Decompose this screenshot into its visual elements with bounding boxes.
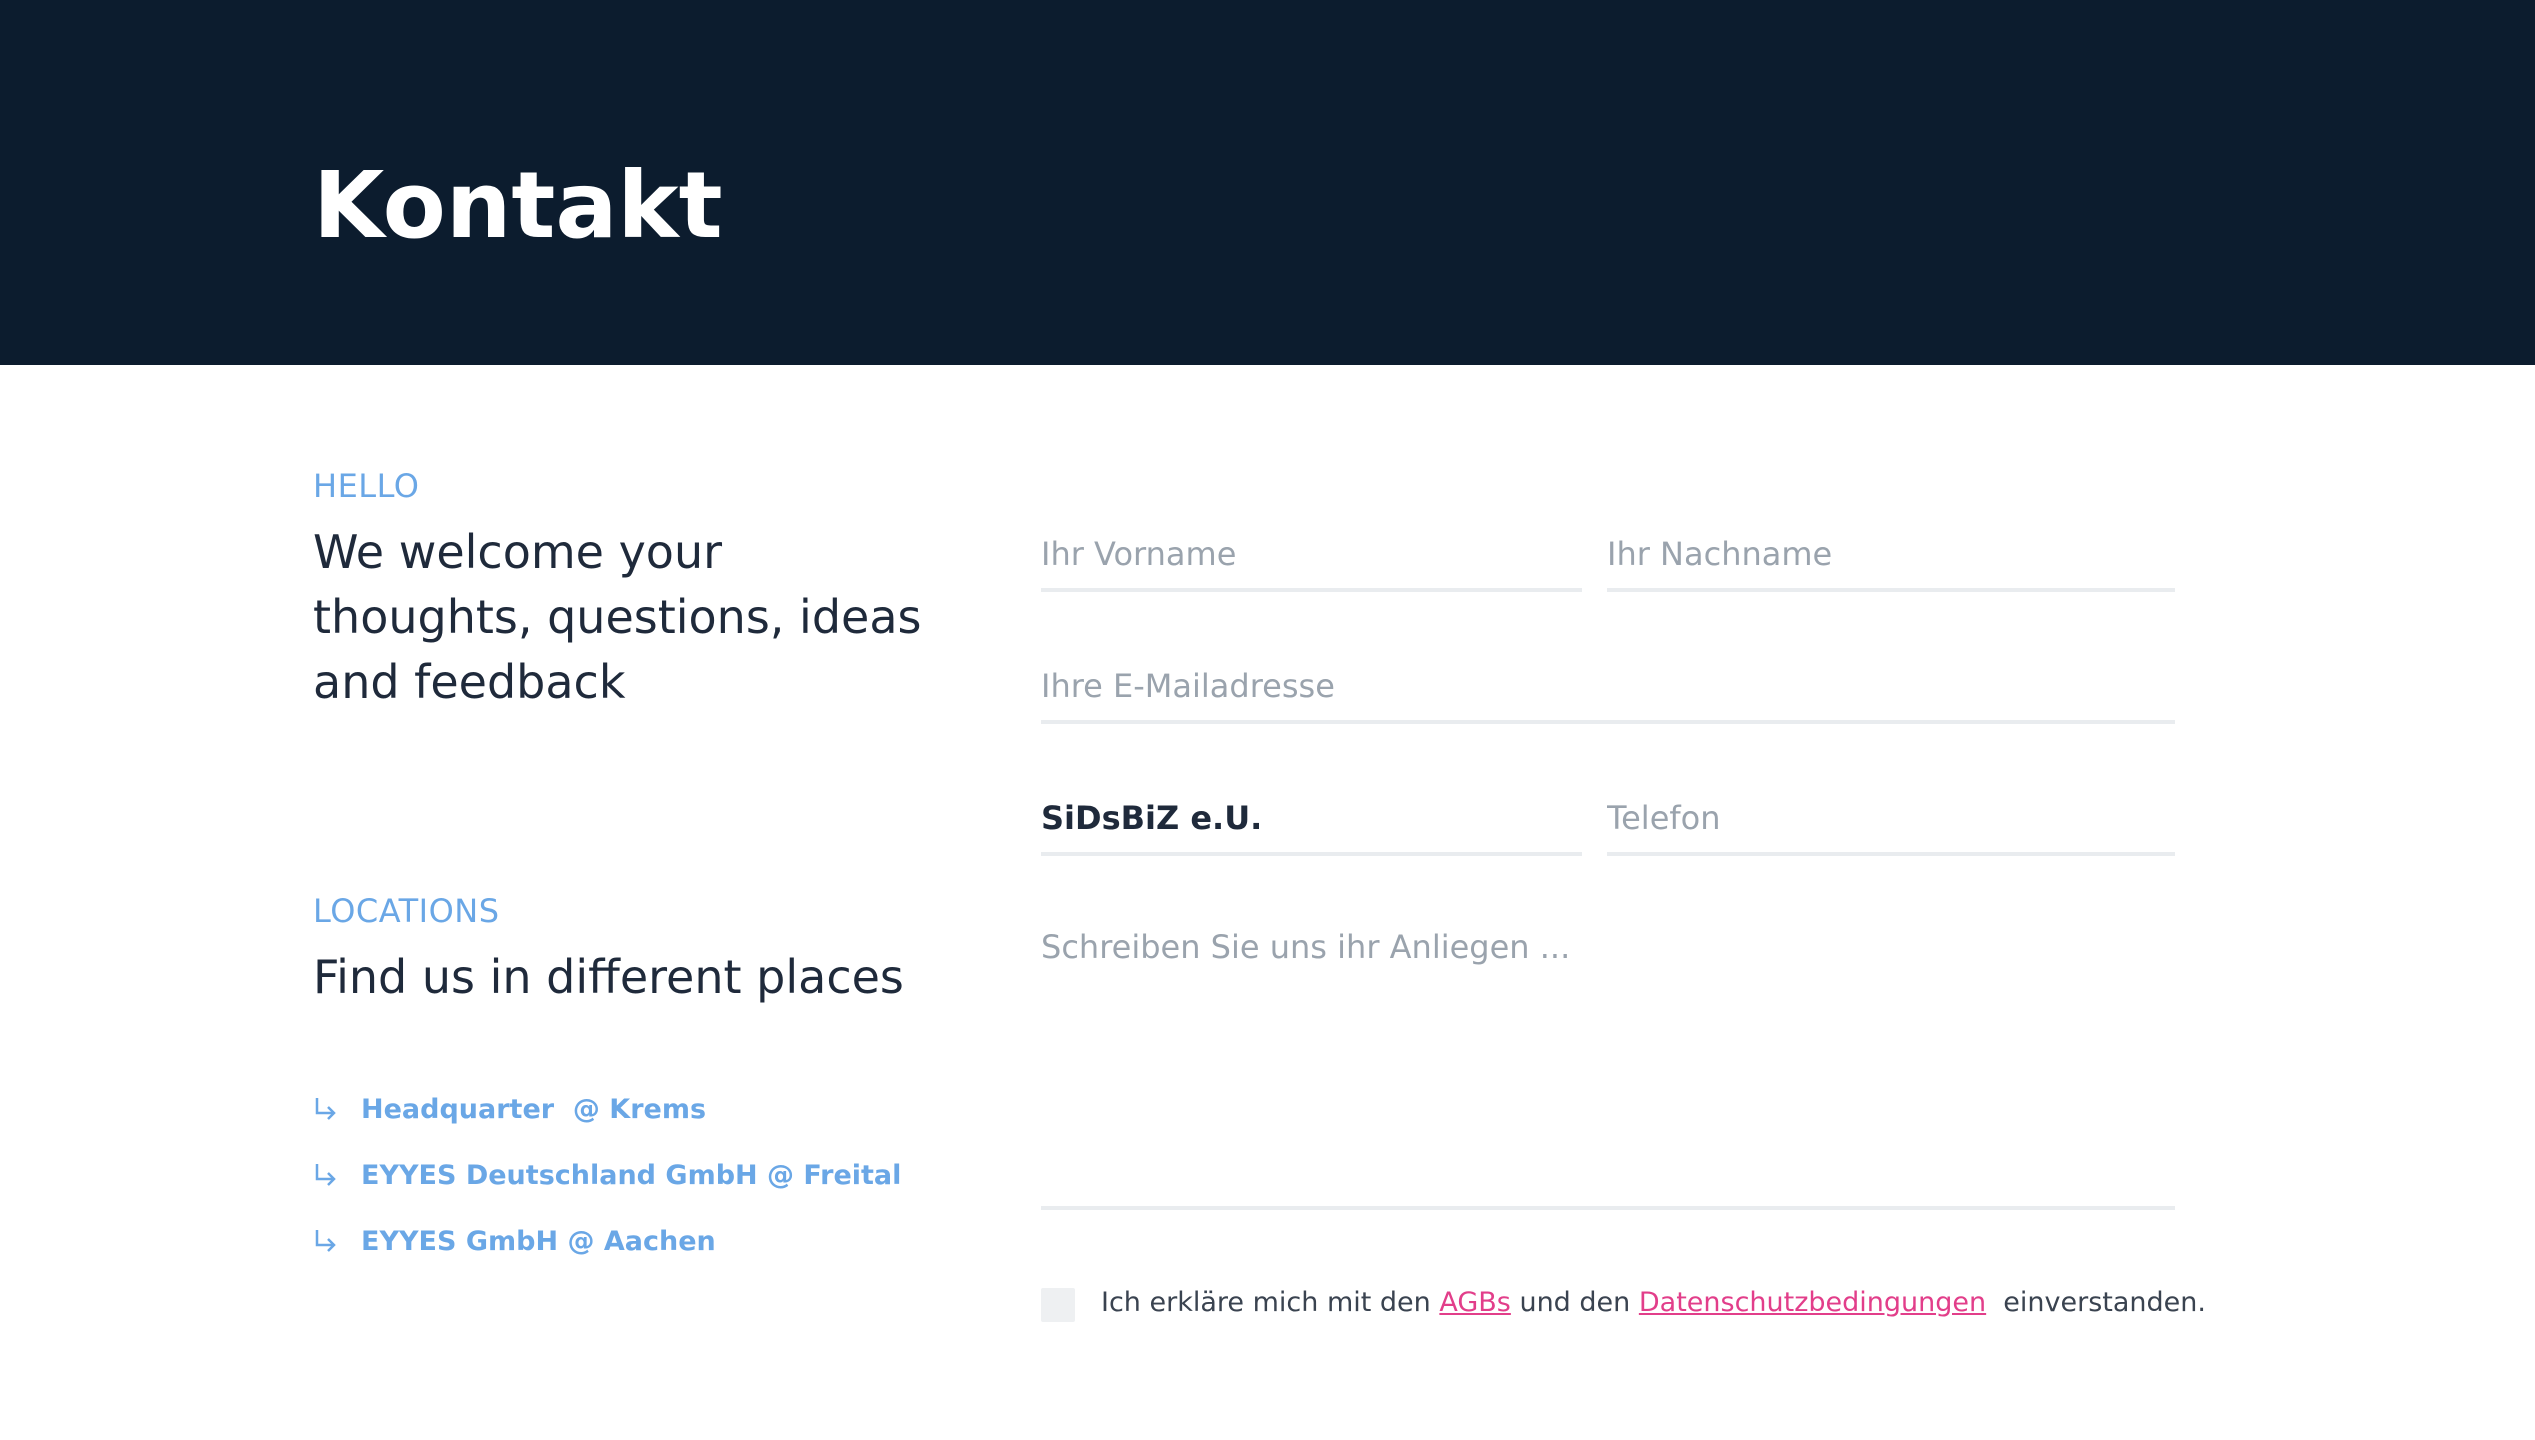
return-arrow-icon [315,1098,336,1120]
phone-field-wrap [1607,784,2175,856]
locations-section: LOCATIONS Find us in different places He… [313,895,1013,1274]
return-arrow-icon [315,1164,336,1186]
company-input[interactable] [1041,784,1582,852]
consent-text-middle: und den [1510,1286,1639,1318]
consent-text-prefix: Ich erkläre mich mit den [1101,1286,1440,1318]
page-hero: Kontakt [0,0,2535,365]
intro-section: HELLO We welcome your thoughts, question… [313,470,933,715]
return-arrow-icon [315,1230,336,1252]
last-name-field-wrap [1607,520,2175,592]
locations-list: Headquarter @ Krems EYYES Deutschland Gm… [313,1076,1013,1274]
email-field-wrap [1041,652,2175,724]
intro-heading-line: thoughts, questions, ideas [313,590,922,644]
consent-row: Ich erkläre mich mit den AGBs und den Da… [1041,1282,2206,1322]
agb-link[interactable]: AGBs [1439,1287,1511,1318]
first-name-input[interactable] [1041,520,1582,588]
email-input[interactable] [1041,652,2175,720]
privacy-link[interactable]: Datenschutzbedingungen [1639,1287,1986,1318]
location-link-aachen[interactable]: EYYES GmbH @ Aachen [313,1208,1013,1274]
locations-eyebrow: LOCATIONS [313,892,500,930]
intro-eyebrow: HELLO [313,467,420,505]
consent-text-suffix: einverstanden. [1986,1286,2206,1318]
locations-heading: Find us in different places [313,950,904,1004]
first-name-field-wrap [1041,520,1582,592]
page-title: Kontakt [313,152,723,259]
message-textarea[interactable] [1041,920,2175,1206]
last-name-input[interactable] [1607,520,2175,588]
location-link-freital[interactable]: EYYES Deutschland GmbH @ Freital [313,1142,1013,1208]
message-field-wrap [1041,920,2175,1210]
location-label: EYYES GmbH @ Aachen [361,1225,716,1257]
intro-heading: We welcome your thoughts, questions, ide… [313,520,933,715]
phone-input[interactable] [1607,784,2175,852]
company-field-wrap [1041,784,1582,856]
location-label: Headquarter @ Krems [361,1093,707,1125]
consent-checkbox[interactable] [1041,1288,1075,1322]
intro-heading-line: We welcome your [313,525,723,579]
location-label: EYYES Deutschland GmbH @ Freital [361,1159,902,1191]
intro-heading-line: and feedback [313,655,626,709]
location-link-krems[interactable]: Headquarter @ Krems [313,1076,1013,1142]
